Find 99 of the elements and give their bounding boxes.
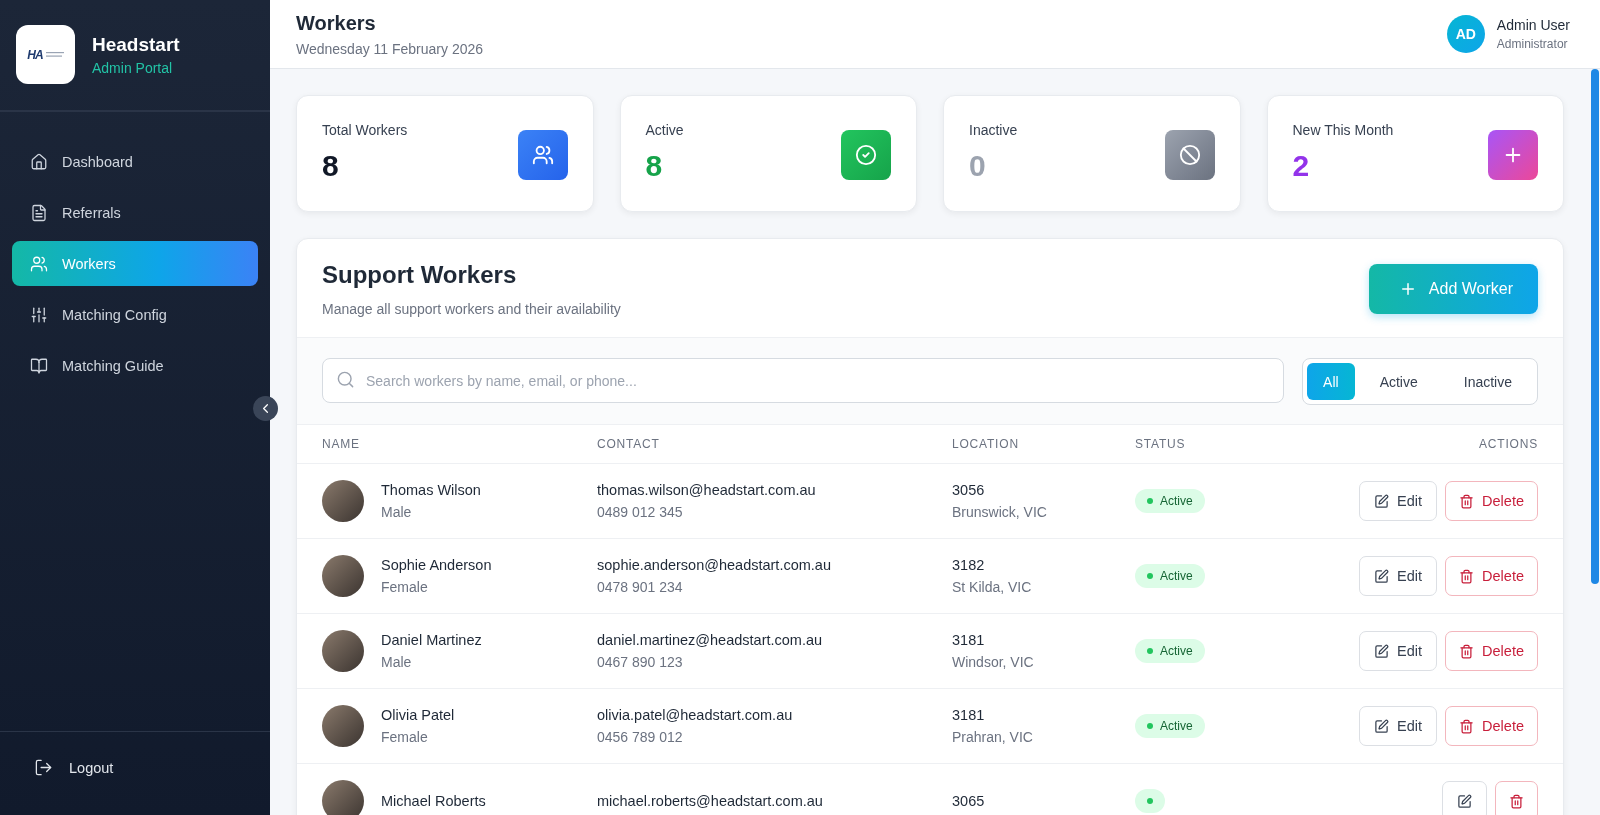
edit-button[interactable] (1442, 781, 1487, 815)
column-header: NAME (322, 437, 361, 451)
people-icon (30, 254, 48, 273)
worker-suburb: Brunswick, VIC (952, 504, 1048, 520)
nav-item[interactable]: Matching Config (12, 292, 258, 337)
delete-button[interactable] (1495, 781, 1538, 815)
edit-button[interactable]: Edit (1359, 481, 1438, 521)
logo-mark: HA (27, 47, 43, 62)
delete-button[interactable]: Delete (1445, 481, 1538, 521)
edit-icon (1374, 718, 1390, 734)
column-header: ACTIONS (1478, 437, 1538, 451)
worker-phone: 0478 901 234 (597, 579, 684, 595)
worker-email: michael.roberts@headstart.com.au (597, 793, 824, 809)
page-title: Workers (296, 11, 377, 35)
worker-name: Michael Roberts (381, 793, 486, 809)
people-icon (531, 144, 554, 166)
status-badge: Active (1135, 639, 1205, 663)
worker-postcode: 3056 (952, 482, 986, 498)
column-header: CONTACT (597, 437, 661, 451)
worker-phone: 0456 789 012 (597, 729, 684, 745)
edit-icon (1457, 793, 1472, 809)
worker-suburb: St Kilda, VIC (952, 579, 1033, 595)
worker-name: Sophie Anderson (381, 557, 492, 573)
trash-icon (1459, 568, 1475, 584)
worker-phone: 0489 012 345 (597, 504, 684, 520)
worker-gender: Female (381, 729, 429, 745)
scrollbar-thumb[interactable] (1591, 69, 1599, 584)
logout-link[interactable]: Logout (16, 754, 254, 781)
check-circle-icon (855, 144, 877, 166)
ban-icon (1178, 144, 1201, 166)
edit-button[interactable]: Edit (1359, 556, 1438, 596)
status-badge: Active (1135, 489, 1205, 513)
edit-icon (1374, 568, 1390, 584)
book-icon (30, 356, 48, 375)
worker-phone: 0467 890 123 (597, 654, 684, 670)
logout-icon (34, 758, 53, 777)
logo-lines-icon (45, 51, 64, 58)
edit-button[interactable]: Edit (1359, 631, 1438, 671)
brand-subtitle: Admin Portal (92, 59, 174, 76)
column-header: LOCATION (952, 437, 1020, 451)
stat-label: Inactive (969, 122, 1018, 138)
worker-email: thomas.wilson@headstart.com.au (597, 482, 817, 498)
worker-email: sophie.anderson@headstart.com.au (597, 557, 832, 573)
trash-icon (1459, 643, 1475, 659)
delete-button[interactable]: Delete (1445, 631, 1538, 671)
nav-item[interactable]: Dashboard (12, 139, 258, 184)
worker-suburb: Windsor, VIC (952, 654, 1035, 670)
house-icon (30, 152, 48, 171)
worker-postcode: 3065 (952, 793, 986, 809)
worker-name: Daniel Martinez (381, 632, 482, 648)
delete-button[interactable]: Delete (1445, 556, 1538, 596)
edit-icon (1374, 643, 1390, 659)
search-icon (336, 370, 355, 389)
photo-placeholder (322, 705, 364, 747)
search-field[interactable]: Search workers by name, email, or phone... (322, 358, 1285, 403)
worker-suburb: Prahran, VIC (952, 729, 1034, 745)
stat-value: 8 (645, 149, 664, 183)
worker-name: Thomas Wilson (381, 482, 481, 498)
brand-name: Headstart (92, 33, 180, 56)
status-badge: Active (1135, 714, 1205, 738)
user-name: Admin User (1496, 17, 1570, 33)
nav-item[interactable]: Referrals (12, 190, 258, 235)
worker-email: olivia.patel@headstart.com.au (597, 707, 794, 723)
worker-postcode: 3181 (952, 707, 986, 723)
nav-item[interactable]: Matching Guide (12, 343, 258, 388)
stat-label: Active (645, 122, 684, 138)
photo-placeholder (322, 555, 364, 597)
status-badge: Active (1135, 564, 1205, 588)
worker-gender: Female (381, 579, 429, 595)
worker-gender: Male (381, 654, 413, 670)
user-role: Administrator (1496, 37, 1569, 51)
photo-placeholder (322, 780, 364, 815)
panel-title: Support Workers (322, 261, 518, 289)
worker-name: Olivia Patel (381, 707, 455, 723)
collapse-button[interactable] (253, 396, 278, 421)
document-icon (30, 203, 48, 222)
filter-tab[interactable]: Active (1358, 363, 1439, 400)
column-header: STATUS (1135, 437, 1187, 451)
worker-gender: Male (381, 504, 413, 520)
panel-subtitle: Manage all support workers and their availability (322, 301, 621, 317)
delete-button[interactable]: Delete (1445, 706, 1538, 746)
date-text: Wednesday 11 February 2026 (296, 40, 484, 57)
stat-label: New This Month (1292, 122, 1394, 138)
filter-tab[interactable]: Inactive (1442, 363, 1533, 400)
edit-button[interactable]: Edit (1359, 706, 1438, 746)
trash-icon (1509, 793, 1524, 809)
trash-icon (1459, 493, 1475, 509)
stat-value: 8 (322, 149, 340, 183)
worker-email: daniel.martinez@headstart.com.au (597, 632, 824, 648)
edit-icon (1374, 493, 1390, 509)
stat-value: 2 (1292, 149, 1311, 183)
worker-postcode: 3181 (952, 632, 986, 648)
stat-label: Total Workers (322, 122, 408, 138)
sliders-icon (30, 305, 48, 324)
photo-placeholder (322, 480, 364, 522)
trash-icon (1459, 718, 1475, 734)
worker-postcode: 3182 (952, 557, 986, 573)
photo-placeholder (322, 630, 364, 672)
stat-value: 0 (969, 149, 987, 183)
